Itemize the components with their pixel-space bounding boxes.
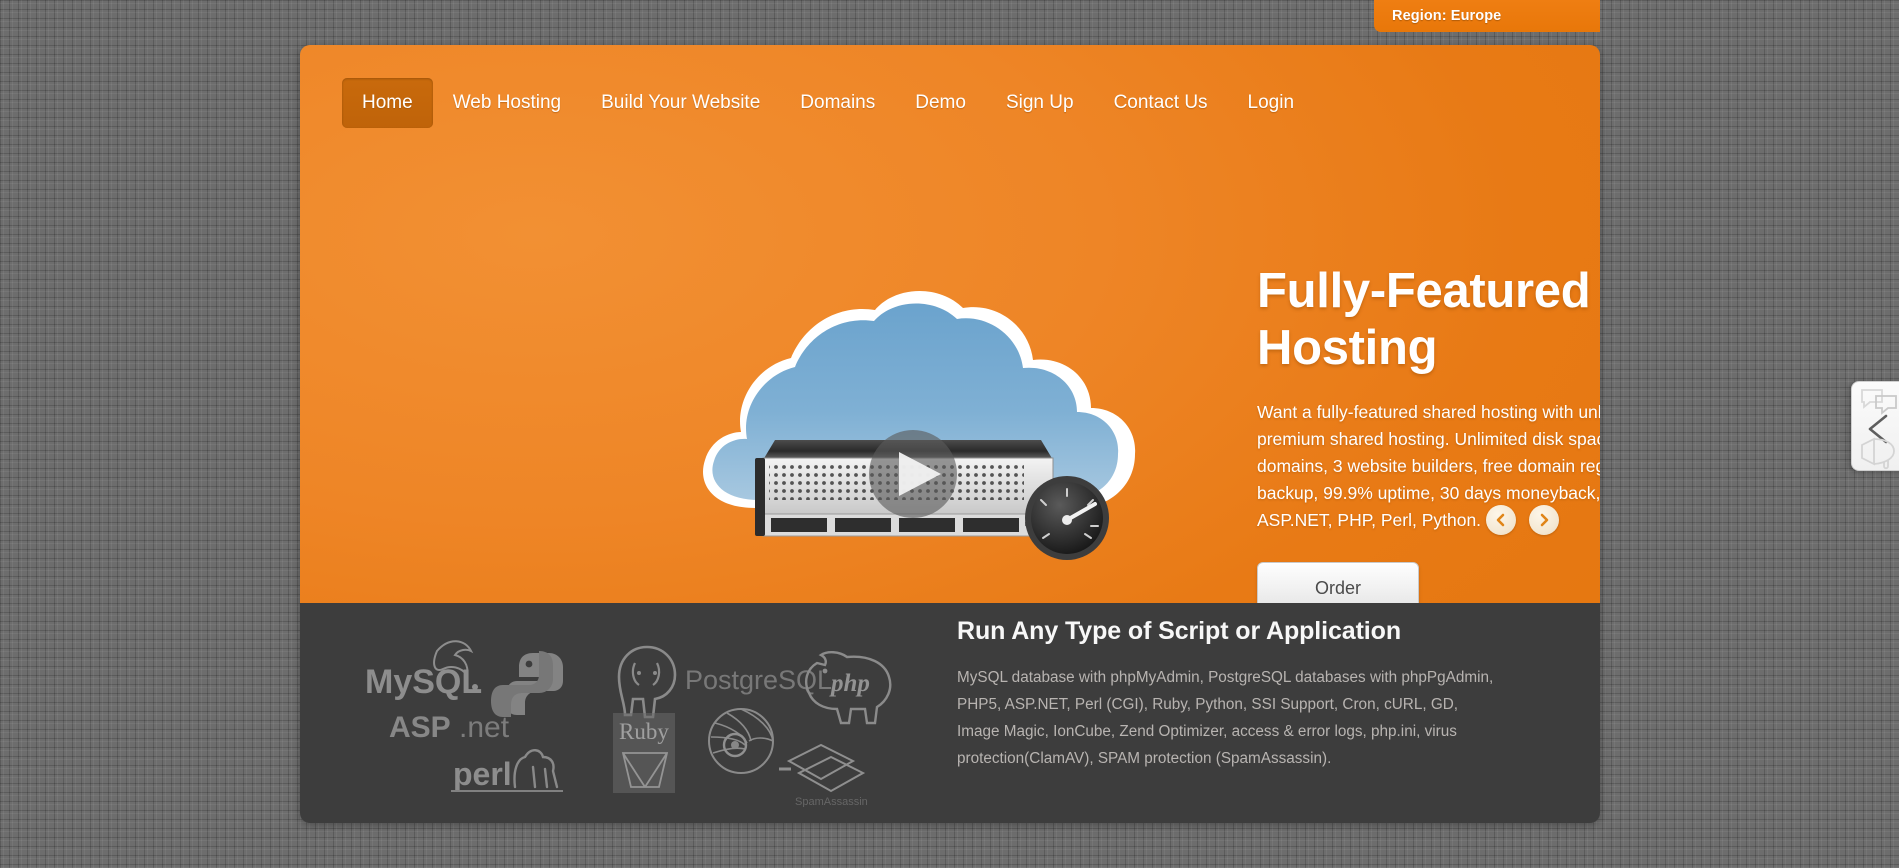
region-tab-label: Region: Europe <box>1392 8 1502 24</box>
nav-item-contact-us-label: Contact Us <box>1113 92 1208 113</box>
panel-title: Run Any Type of Script or Application <box>957 617 1401 645</box>
nav-item-sign-up-label: Sign Up <box>1005 92 1074 113</box>
nav-item-login-label: Login <box>1247 92 1295 113</box>
region-tab[interactable]: Region: Europe <box>1374 0 1600 32</box>
perl-logo: perl <box>451 749 563 792</box>
spamassassin-logo: SpamAssassin <box>779 743 868 807</box>
chevron-right-icon <box>1540 513 1549 527</box>
nav-item-demo-label: Demo <box>915 92 966 113</box>
svg-text:SpamAssassin: SpamAssassin <box>795 796 868 807</box>
nav-item-web-hosting-label: Web Hosting <box>452 92 562 113</box>
carousel-navigation <box>1486 505 1559 535</box>
nav-item-sign-up[interactable]: Sign Up <box>986 78 1094 128</box>
nav-item-home-label: Home <box>362 92 413 113</box>
order-button-label: Order <box>1314 577 1361 598</box>
megaphone-icon <box>1861 437 1895 470</box>
svg-text:MySQL: MySQL <box>365 663 482 701</box>
panel-copy: Run Any Type of Script or Application My… <box>957 617 1497 772</box>
play-button-icon <box>869 430 957 518</box>
aspnet-logo: ASP .net <box>389 711 510 744</box>
svg-text:php: php <box>829 670 870 697</box>
cloud-server-illustration[interactable] <box>685 288 1177 583</box>
hero-section: Home Web Hosting Build Your Website Doma… <box>300 45 1600 603</box>
hero-title: Fully-Featured Shared Hosting <box>1257 264 1600 375</box>
svg-text:perl: perl <box>453 756 512 792</box>
nav-item-home[interactable]: Home <box>342 78 433 128</box>
python-logo <box>491 651 563 717</box>
order-button[interactable]: Order <box>1257 562 1419 603</box>
chevron-left-icon <box>1496 513 1505 527</box>
speedometer-gauge <box>1025 476 1109 560</box>
nav-item-domains-label: Domains <box>800 92 876 113</box>
nav-item-domains[interactable]: Domains <box>780 78 895 128</box>
technology-logos: MySQL ASP .net perl PostgreSQL php Ruby … <box>355 617 915 807</box>
nav-item-web-hosting[interactable]: Web Hosting <box>433 78 581 128</box>
nav-item-build-your-website-label: Build Your Website <box>601 92 761 113</box>
nav-item-demo[interactable]: Demo <box>895 78 986 128</box>
carousel-next-button[interactable] <box>1529 505 1559 535</box>
hero-copy: Fully-Featured Shared Hosting Want a ful… <box>1257 263 1600 603</box>
chat-bubbles-icon <box>1861 389 1897 415</box>
feedback-tab[interactable] <box>1851 381 1899 471</box>
carousel-prev-button[interactable] <box>1486 505 1516 535</box>
main-navigation: Home Web Hosting Build Your Website Doma… <box>342 78 1314 128</box>
nav-item-build-your-website[interactable]: Build Your Website <box>581 78 780 128</box>
postgresql-logo: PostgreSQL <box>617 645 832 719</box>
svg-text:Ruby: Ruby <box>619 719 669 744</box>
main-card: Home Web Hosting Build Your Website Doma… <box>300 45 1600 823</box>
chevron-left-icon <box>1868 414 1888 444</box>
svg-text:ASP: ASP <box>389 711 451 744</box>
nav-item-contact-us[interactable]: Contact Us <box>1094 78 1228 128</box>
mysql-logo: MySQL <box>365 640 482 701</box>
perl-shell-logo <box>708 708 775 774</box>
panel-description: MySQL database with phpMyAdmin, PostgreS… <box>957 669 1494 767</box>
ruby-logo: Ruby <box>613 713 675 793</box>
features-panel: MySQL ASP .net perl PostgreSQL php Ruby … <box>300 603 1600 823</box>
postgres-elephant <box>617 645 677 719</box>
nav-item-login[interactable]: Login <box>1228 78 1315 128</box>
